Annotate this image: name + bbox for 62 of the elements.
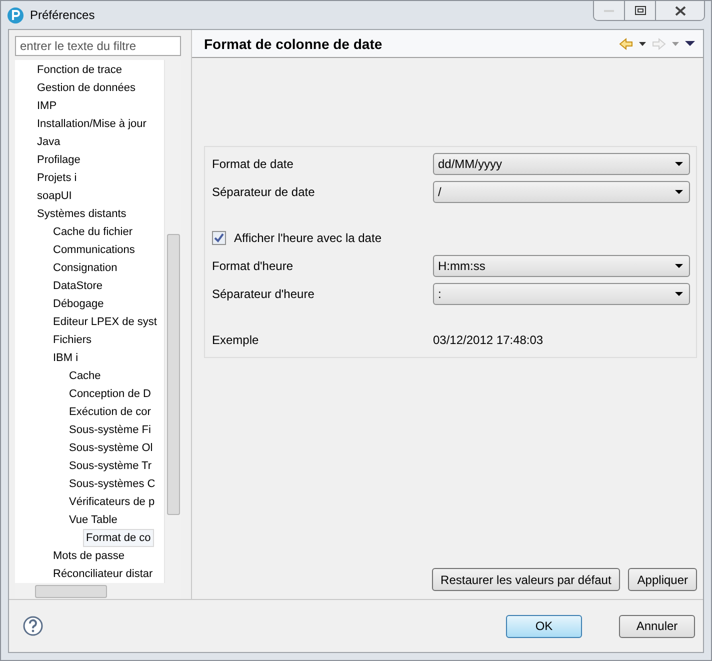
field-label: Séparateur de date <box>212 185 316 199</box>
example-value: 03/12/2012 17:48:03 <box>433 333 544 347</box>
dropdown[interactable]: / <box>433 181 690 203</box>
tree-item[interactable]: Systèmes distants <box>35 205 128 223</box>
back-arrow-icon[interactable] <box>619 38 633 50</box>
page-button[interactable]: Restaurer les valeurs par défaut <box>432 568 620 591</box>
caret-icon <box>675 162 683 166</box>
menu-caret-icon[interactable] <box>685 41 695 46</box>
tree-item[interactable]: Gestion de données <box>35 79 138 97</box>
dialog-button[interactable]: Annuler <box>619 614 695 638</box>
tree-item[interactable]: Mots de passe <box>51 547 127 565</box>
tree-item[interactable]: Sous-système Fi <box>67 421 153 439</box>
tree-item[interactable]: Conception de D <box>67 385 153 403</box>
filter-field[interactable]: entrer le texte du filtre <box>15 36 181 56</box>
tree-item[interactable]: Vue Table <box>67 511 120 529</box>
app-icon <box>7 6 24 24</box>
tree-item[interactable]: Format de co <box>83 529 154 547</box>
checkbox[interactable] <box>212 231 226 245</box>
tree-item[interactable]: IBM i <box>51 349 80 367</box>
maximize-icon <box>634 6 646 15</box>
tree-item[interactable]: Fichiers <box>51 331 94 349</box>
tree-item[interactable]: Sous-système Ol <box>67 439 155 457</box>
window-title: Préférences <box>30 8 95 22</box>
field-label: Format de date <box>212 157 294 171</box>
minimize-icon <box>604 8 614 12</box>
dialog-button[interactable]: OK <box>506 614 582 638</box>
dropdown[interactable]: dd/MM/yyyy <box>433 153 690 175</box>
caret-icon <box>675 264 683 268</box>
field-label: Séparateur d'heure <box>212 287 316 301</box>
close-button[interactable] <box>655 1 704 20</box>
tree-item[interactable]: soapUI <box>35 187 74 205</box>
tree-item[interactable]: Profilage <box>35 151 82 169</box>
dropdown[interactable]: : <box>433 283 690 305</box>
help-icon[interactable] <box>23 616 43 636</box>
page-title: Format de colonne de date <box>204 36 382 52</box>
maximize-button[interactable] <box>624 1 655 20</box>
tree-item[interactable]: Fonction de trace <box>35 61 124 79</box>
checkbox-label: Afficher l'heure avec la date <box>234 231 382 245</box>
tree-item[interactable]: Vérificateurs de p <box>67 493 157 511</box>
tree-item[interactable]: Projets i <box>35 169 79 187</box>
tree-item[interactable]: Editeur LPEX de syst <box>51 313 159 331</box>
tree-item[interactable]: Sous-systèmes C <box>67 475 158 493</box>
tree-item[interactable]: DataStore <box>51 277 105 295</box>
tree-item[interactable]: Consignation <box>51 259 120 277</box>
tree-item[interactable]: Réconciliateur distar <box>51 565 155 583</box>
caret-icon[interactable] <box>639 42 646 46</box>
tree-item[interactable]: Cache <box>67 367 103 385</box>
tree-item[interactable]: Java <box>35 133 62 151</box>
caret-icon <box>675 292 683 296</box>
tree-item[interactable]: Cache du fichier <box>51 223 134 241</box>
tree-item[interactable]: Installation/Mise à jour <box>35 115 148 133</box>
tree-item[interactable]: Communications <box>51 241 137 259</box>
tree-item[interactable]: Exécution de cor <box>67 403 153 421</box>
close-icon <box>674 6 686 16</box>
tree-item[interactable]: Sous-système Tr <box>67 457 154 475</box>
field-label: Exemple <box>212 333 260 347</box>
dropdown[interactable]: H:mm:ss <box>433 255 690 277</box>
field-label: Format d'heure <box>212 259 294 273</box>
caret-icon <box>675 190 683 194</box>
tree-item[interactable]: IMP <box>35 97 59 115</box>
tree-item[interactable]: Débogage <box>51 295 106 313</box>
page-button[interactable]: Appliquer <box>628 568 697 591</box>
